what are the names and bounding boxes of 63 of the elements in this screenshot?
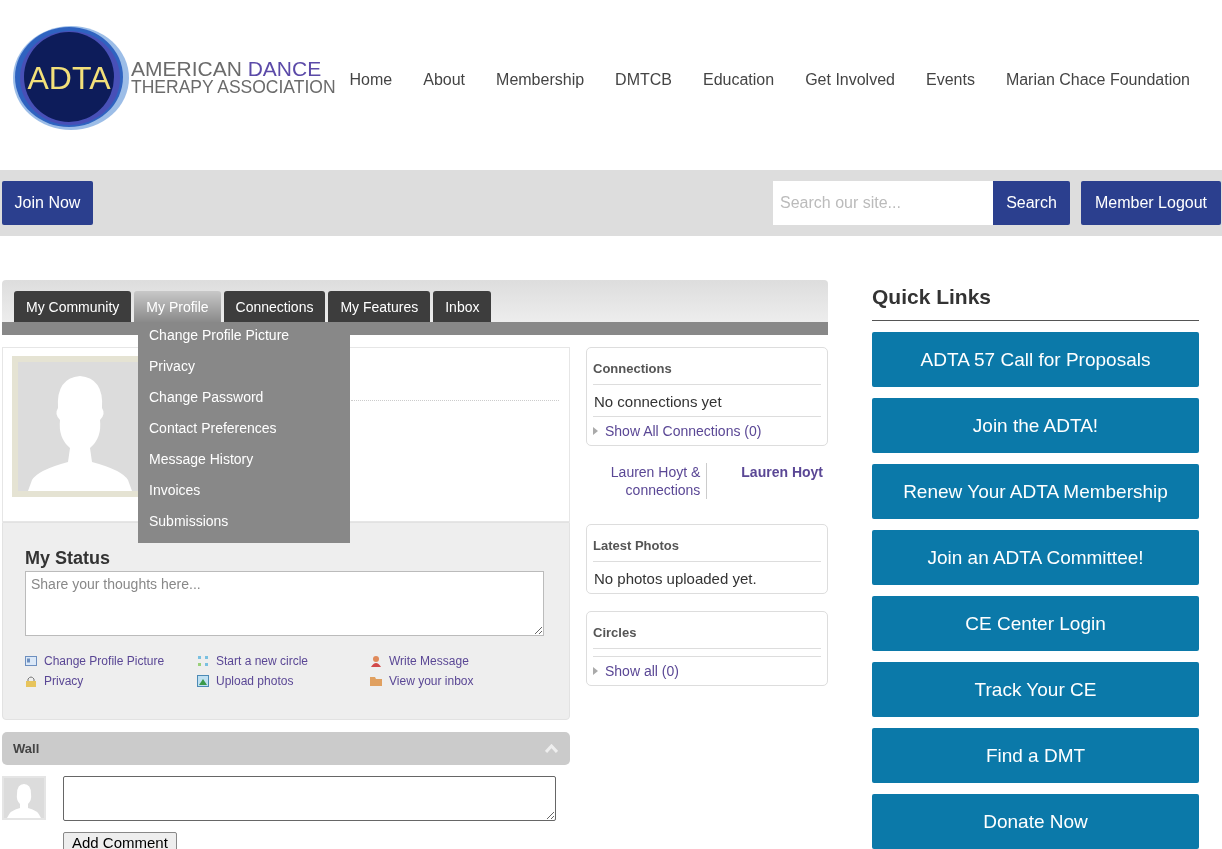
quick-link-button[interactable]: Renew Your ADTA Membership [872,464,1199,519]
comment-field[interactable] [63,776,556,821]
logout-button[interactable]: Member Logout [1081,181,1221,225]
nav-link[interactable]: Marian Chace Foundation [1005,71,1190,89]
triangle-icon [593,667,598,675]
quick-link-button[interactable]: Donate Now [872,794,1199,849]
tab[interactable]: My Community [14,291,132,322]
quick-link-button[interactable]: CE Center Login [872,596,1199,651]
nav-link[interactable]: About [423,71,466,89]
search-field[interactable]: Search our site... [773,181,993,225]
chevron-up-icon [545,744,558,753]
action-link[interactable]: Start a new circle [216,654,309,668]
action-link[interactable]: Upload photos [216,674,294,688]
tab[interactable]: Connections [223,291,326,322]
view-link[interactable]: Lauren Hoyt & connections [605,463,708,499]
logo-wordmark: AMERICAN DANCE THERAPY ASSOCIATION [131,59,336,97]
box-title: Latest Photos [593,525,821,562]
status-field[interactable]: Share your thoughts here... [25,571,544,636]
box-title: Circles [593,612,821,649]
add-comment-button[interactable]: Add Comment [63,832,177,849]
triangle-icon [593,427,598,435]
menu-item[interactable]: Contact Preferences [138,418,350,449]
menu-item[interactable]: Invoices [138,480,350,511]
view-link[interactable]: Lauren Hoyt [707,463,823,499]
folder-icon [370,675,382,687]
nav-link[interactable]: Membership [496,71,585,89]
lock-icon [25,675,37,687]
search-button[interactable]: Search [993,181,1070,225]
menu-item[interactable]: Change Profile Picture [138,325,350,356]
empty-message: No photos uploaded yet. [593,569,758,589]
tab[interactable]: Inbox [433,291,492,322]
status-heading: My Status [25,548,112,569]
dots-icon [197,655,209,667]
action-link[interactable]: View your inbox [389,674,474,688]
wall-title: Wall [13,741,40,756]
action-link[interactable]: Privacy [44,674,84,688]
show-all-link[interactable]: Show all (0) [605,663,679,679]
nav-link[interactable]: Education [702,71,775,89]
quick-link-button[interactable]: Track Your CE [872,662,1199,717]
action-link[interactable]: Write Message [389,654,469,668]
nav-link[interactable]: Home [349,71,393,89]
box-title: Connections [593,348,821,385]
show-all-link[interactable]: Show All Connections (0) [605,423,762,439]
quick-links-heading: Quick Links [872,285,1199,321]
quick-link-button[interactable]: ADTA 57 Call for Proposals [872,332,1199,387]
id-card-icon [25,655,37,667]
person-icon [370,655,382,667]
photo-icon [197,675,209,687]
action-link[interactable]: Change Profile Picture [44,654,165,668]
tab[interactable]: My Features [328,291,431,322]
quick-link-button[interactable]: Join an ADTA Committee! [872,530,1199,585]
wall-header[interactable]: Wall [2,732,570,765]
menu-item[interactable]: Change Password [138,387,350,418]
quick-link-button[interactable]: Join the ADTA! [872,398,1199,453]
join-button[interactable]: Join Now [2,181,93,225]
empty-message: No connections yet [593,385,821,417]
menu-item[interactable]: Privacy [138,356,350,387]
menu-item[interactable]: Submissions [138,511,350,542]
nav-link[interactable]: Events [925,71,975,89]
menu-item[interactable]: Message History [138,449,350,480]
nav-link[interactable]: DMTCB [615,71,672,89]
quick-link-button[interactable]: Find a DMT [872,728,1199,783]
nav-link[interactable]: Get Involved [805,71,895,89]
